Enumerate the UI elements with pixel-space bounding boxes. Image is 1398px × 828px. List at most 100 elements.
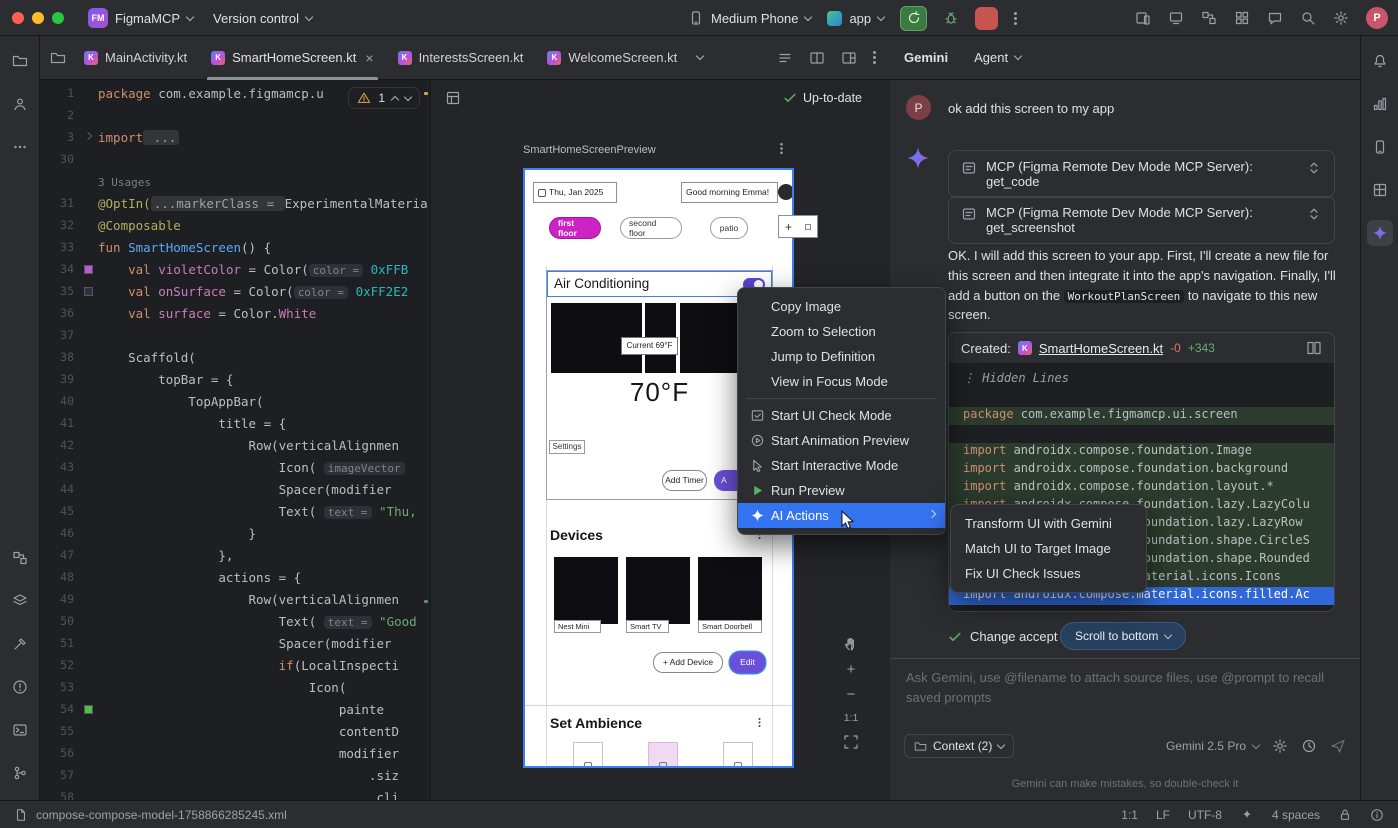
- menu-item-start-interactive-mode[interactable]: Start Interactive Mode: [738, 453, 945, 478]
- editor-line[interactable]: 46 }: [40, 522, 430, 544]
- profile-avatar[interactable]: [778, 184, 794, 200]
- code-line[interactable]: import androidx.compose.foundation.layou…: [949, 479, 1334, 497]
- structure-button[interactable]: [7, 545, 33, 571]
- editor-line[interactable]: 41 title = {: [40, 412, 430, 434]
- menu-item-start-animation-preview[interactable]: Start Animation Preview: [738, 428, 945, 453]
- problems-button[interactable]: [7, 674, 33, 700]
- tab-interestsscreen[interactable]: InterestsScreen.kt: [386, 36, 536, 80]
- editor-line[interactable]: 53 Icon(: [40, 676, 430, 698]
- tab-mainactivity[interactable]: MainActivity.kt: [72, 36, 199, 80]
- editor-line[interactable]: 54 painte: [40, 698, 430, 720]
- editor-line[interactable]: 55 contentD: [40, 720, 430, 742]
- resize-handle[interactable]: [805, 224, 811, 230]
- editor-line[interactable]: 44 Spacer(modifier: [40, 478, 430, 500]
- tab-smarthomescreen[interactable]: SmartHomeScreen.kt ×: [199, 36, 385, 80]
- minimize-window-button[interactable]: [32, 12, 44, 24]
- device-selector[interactable]: Medium Phone: [688, 10, 811, 26]
- editor-line[interactable]: 43 Icon( imageVector: [40, 456, 430, 478]
- color-swatch[interactable]: [84, 705, 93, 714]
- layout-grid-icon[interactable]: [445, 90, 461, 106]
- statusbar-file[interactable]: compose-compose-model-1758866285245.xml: [36, 808, 287, 822]
- editor-line[interactable]: 34 val violetColor = Color(color = 0xFFB: [40, 258, 430, 280]
- commit-button[interactable]: [7, 91, 33, 117]
- add-timer-button[interactable]: Add Timer: [662, 470, 707, 491]
- stop-button[interactable]: [975, 7, 998, 30]
- menu-item-jump-to-definition[interactable]: Jump to Definition: [738, 344, 945, 369]
- scroll-to-bottom-button[interactable]: Scroll to bottom: [1060, 622, 1186, 650]
- rerun-button[interactable]: [900, 6, 927, 31]
- pan-icon[interactable]: [843, 636, 859, 652]
- color-swatch[interactable]: [84, 287, 93, 296]
- editor-line[interactable]: 40 TopAppBar(: [40, 390, 430, 412]
- lock-icon[interactable]: [1338, 808, 1352, 822]
- caret-position[interactable]: 1:1: [1121, 808, 1138, 822]
- fit-screen-icon[interactable]: [843, 734, 859, 750]
- spark-icon[interactable]: [1240, 808, 1254, 822]
- info-icon[interactable]: [1370, 808, 1384, 822]
- editor-line[interactable]: 38 Scaffold(: [40, 346, 430, 368]
- model-selector[interactable]: Gemini 2.5 Pro: [1166, 739, 1259, 753]
- code-line[interactable]: [949, 389, 1334, 407]
- editor-line[interactable]: 57 .siz: [40, 764, 430, 786]
- gemini-button[interactable]: [1367, 220, 1393, 246]
- project-button[interactable]: [7, 48, 33, 74]
- inspections-widget[interactable]: 1: [348, 87, 420, 109]
- tab-welcomescreen[interactable]: WelcomeScreen.kt: [535, 36, 689, 80]
- menu-item-view-in-focus-mode[interactable]: View in Focus Mode: [738, 369, 945, 394]
- more-icon[interactable]: [780, 147, 783, 150]
- project-selector[interactable]: FM FigmaMCP: [88, 8, 193, 28]
- close-window-button[interactable]: [12, 12, 24, 24]
- close-tab-icon[interactable]: ×: [365, 51, 373, 65]
- send-icon[interactable]: [1330, 738, 1346, 754]
- editor-line[interactable]: 37: [40, 324, 430, 346]
- maximize-window-button[interactable]: [52, 12, 64, 24]
- history-icon[interactable]: [1301, 738, 1317, 754]
- submenu-item-fix-ui-check-issues[interactable]: Fix UI Check Issues: [951, 561, 1146, 586]
- editor-line[interactable]: 36 val surface = Color.White: [40, 302, 430, 324]
- zoom-out-button[interactable]: −: [847, 687, 856, 702]
- editor-line[interactable]: 39 topBar = {: [40, 368, 430, 390]
- menu-item-run-preview[interactable]: Run Preview: [738, 478, 945, 503]
- indent-style[interactable]: 4 spaces: [1272, 808, 1320, 822]
- more-icon[interactable]: [758, 721, 760, 723]
- device-manager-button[interactable]: [1367, 134, 1393, 160]
- split-icon[interactable]: [809, 50, 825, 66]
- more-icon[interactable]: [873, 56, 876, 59]
- menu-item-copy-image[interactable]: Copy Image: [738, 294, 945, 319]
- editor-line[interactable]: 50 Text( text = "Good: [40, 610, 430, 632]
- ambience-tile[interactable]: [573, 742, 603, 768]
- menu-item-zoom-to-selection[interactable]: Zoom to Selection: [738, 319, 945, 344]
- vcs-widget[interactable]: Version control: [213, 11, 312, 26]
- editor-line[interactable]: 32@Composable: [40, 214, 430, 236]
- diff-icon[interactable]: [1306, 340, 1322, 356]
- editor-line[interactable]: 35 val onSurface = Color(color = 0xFF2E2: [40, 280, 430, 302]
- editor-line[interactable]: 3 Usages: [40, 170, 430, 192]
- editor-line[interactable]: 52 if(LocalInspecti: [40, 654, 430, 676]
- device-tile[interactable]: [626, 557, 690, 624]
- services-button[interactable]: [7, 588, 33, 614]
- chip-first-floor[interactable]: first floor: [549, 217, 601, 239]
- device-tile[interactable]: [554, 557, 618, 624]
- notifications-button[interactable]: [1367, 48, 1393, 74]
- editor-scrollbar[interactable]: [424, 80, 428, 800]
- date-chip[interactable]: Thu, Jan 2025: [533, 182, 617, 203]
- submenu-item-transform-ui-with-gemini[interactable]: Transform UI with Gemini: [951, 511, 1146, 536]
- code-editor[interactable]: 1package com.example.figmamcp.u23import …: [40, 80, 430, 800]
- created-file-link[interactable]: SmartHomeScreen.kt: [1039, 341, 1163, 356]
- settings-label[interactable]: Settings: [549, 440, 585, 454]
- add-device-button[interactable]: + Add Device: [653, 652, 723, 673]
- folder-icon[interactable]: [50, 50, 66, 66]
- run-configuration-selector[interactable]: app: [827, 11, 884, 26]
- tool-call-get-screenshot[interactable]: MCP (Figma Remote Dev Mode MCP Server): …: [948, 196, 1335, 244]
- line-separator[interactable]: LF: [1156, 808, 1170, 822]
- ambience-tile[interactable]: [723, 742, 753, 768]
- chip-patio[interactable]: patio: [710, 217, 748, 239]
- color-swatch[interactable]: [84, 265, 93, 274]
- zoom-in-button[interactable]: +: [847, 662, 856, 677]
- chip-second-floor[interactable]: second floor: [620, 217, 682, 239]
- editor-line[interactable]: 51 Spacer(modifier: [40, 632, 430, 654]
- editor-line[interactable]: 49 Row(verticalAlignmen: [40, 588, 430, 610]
- editor-line[interactable]: 42 Row(verticalAlignmen: [40, 434, 430, 456]
- ambience-tile[interactable]: [648, 742, 678, 768]
- preview-title[interactable]: SmartHomeScreenPreview: [523, 144, 656, 156]
